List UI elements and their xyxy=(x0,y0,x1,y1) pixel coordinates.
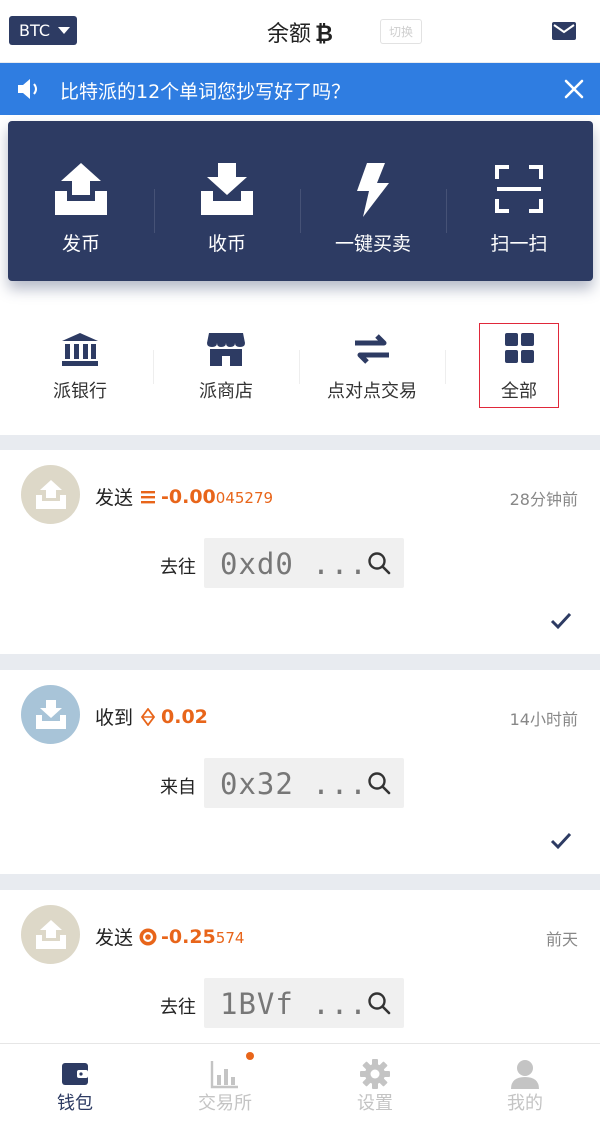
receive-tray-icon xyxy=(36,700,66,729)
transaction-summary: 收到 0.02 xyxy=(95,703,208,730)
top-bar: BTC 余额 ₿ 切换 xyxy=(0,0,600,62)
shortcut-store[interactable]: 派商店 xyxy=(153,325,299,409)
scan-icon xyxy=(495,165,543,213)
nav-wallet[interactable]: 钱包 xyxy=(0,1044,150,1123)
action-card: 发币 收币 一键买卖 扫一扫 xyxy=(8,121,593,281)
transaction-time: 14小时前 xyxy=(509,710,578,729)
address-text: 0xd0 ... xyxy=(220,547,368,581)
user-icon xyxy=(511,1060,539,1089)
transaction-item[interactable]: 发送 -0.00 045279 28分钟前 去往 0xd0 ... xyxy=(0,450,600,654)
send-tray-icon xyxy=(36,480,66,509)
nav-settings-label: 设置 xyxy=(357,1093,393,1114)
address-box[interactable]: 0xd0 ... xyxy=(204,538,404,588)
address-text: 0x32 ... xyxy=(220,767,368,801)
exchange-chart-icon xyxy=(210,1061,238,1089)
speaker-icon xyxy=(18,79,37,99)
scan-button[interactable]: 扫一扫 xyxy=(446,121,592,281)
amount-main: 0.02 xyxy=(161,705,208,728)
send-coin-button[interactable]: 发币 xyxy=(8,121,154,281)
direction-label: 去往 xyxy=(160,997,196,1018)
banner-message: 比特派的12个单词您抄写好了吗？ xyxy=(60,81,351,103)
shortcut-bank[interactable]: 派银行 xyxy=(7,325,153,409)
switch-button[interactable]: 切换 xyxy=(380,19,422,44)
transaction-action: 发送 xyxy=(95,927,134,949)
scan-label: 扫一扫 xyxy=(490,233,548,255)
direction-label: 去往 xyxy=(160,557,196,578)
mail-icon[interactable] xyxy=(551,20,577,42)
transaction-item[interactable]: 收到 0.02 14小时前 来自 0x32 ... xyxy=(0,670,600,874)
nav-me-label: 我的 xyxy=(507,1093,543,1114)
direction-label: 来自 xyxy=(160,777,196,798)
search-icon[interactable] xyxy=(367,991,391,1015)
notice-banner[interactable]: 比特派的12个单词您抄写好了吗？ xyxy=(0,63,600,115)
page-title: 余额 ₿ xyxy=(0,16,600,48)
nav-me[interactable]: 我的 xyxy=(450,1044,600,1123)
receive-coin-button[interactable]: 收币 xyxy=(154,121,300,281)
eth-icon xyxy=(141,490,156,503)
transaction-action: 收到 xyxy=(95,707,134,729)
nav-settings[interactable]: 设置 xyxy=(300,1044,450,1123)
nav-exchange-label: 交易所 xyxy=(198,1093,252,1114)
send-tray-icon xyxy=(36,920,66,949)
address-box[interactable]: 0x32 ... xyxy=(204,758,404,808)
receive-coin-label: 收币 xyxy=(207,233,246,255)
transaction-summary: 发送 -0.25 574 xyxy=(95,923,244,950)
send-tray-icon xyxy=(55,163,107,215)
search-icon[interactable] xyxy=(367,551,391,575)
nav-wallet-label: 钱包 xyxy=(57,1093,93,1114)
bottom-nav: 钱包 交易所 设置 我的 xyxy=(0,1043,600,1123)
amount-main: -0.25 xyxy=(161,925,216,948)
transaction-action: 发送 xyxy=(95,487,134,509)
send-avatar xyxy=(21,465,80,524)
notification-dot xyxy=(246,1052,254,1060)
bank-icon xyxy=(62,333,98,366)
gear-icon xyxy=(360,1059,390,1089)
btc-circle-icon xyxy=(139,928,157,945)
close-icon[interactable] xyxy=(563,78,585,100)
btc-symbol-icon: ₿ xyxy=(315,22,333,47)
shortcut-p2p-label: 点对点交易 xyxy=(327,381,417,402)
search-icon[interactable] xyxy=(367,771,391,795)
transaction-time: 28分钟前 xyxy=(509,490,578,509)
etc-diamond-icon xyxy=(140,707,156,726)
nav-exchange[interactable]: 交易所 xyxy=(150,1044,300,1123)
amount-sub: 045279 xyxy=(215,489,274,507)
amount-sub: 574 xyxy=(215,929,245,947)
page-title-text: 余额 xyxy=(267,22,312,47)
address-box[interactable]: 1BVf ... xyxy=(204,978,404,1028)
send-avatar xyxy=(21,905,80,964)
address-text: 1BVf ... xyxy=(220,987,368,1021)
wallet-icon xyxy=(62,1063,88,1085)
amount-main: -0.00 xyxy=(161,485,216,508)
check-icon xyxy=(550,832,572,850)
shortcut-p2p[interactable]: 点对点交易 xyxy=(299,325,445,409)
shortcut-store-label: 派商店 xyxy=(199,381,253,402)
store-icon xyxy=(207,333,245,366)
send-coin-label: 发币 xyxy=(61,233,100,255)
shortcut-bank-label: 派银行 xyxy=(53,381,107,402)
receive-tray-icon xyxy=(201,163,253,215)
transaction-summary: 发送 -0.00 045279 xyxy=(95,483,273,510)
exchange-arrows-icon xyxy=(355,334,389,364)
quick-trade-button[interactable]: 一键买卖 xyxy=(300,121,446,281)
highlight-box xyxy=(479,323,559,408)
receive-avatar xyxy=(21,685,80,744)
quick-trade-label: 一键买卖 xyxy=(334,233,411,255)
check-icon xyxy=(550,612,572,630)
lightning-icon xyxy=(357,163,389,217)
transaction-time: 前天 xyxy=(545,930,578,949)
